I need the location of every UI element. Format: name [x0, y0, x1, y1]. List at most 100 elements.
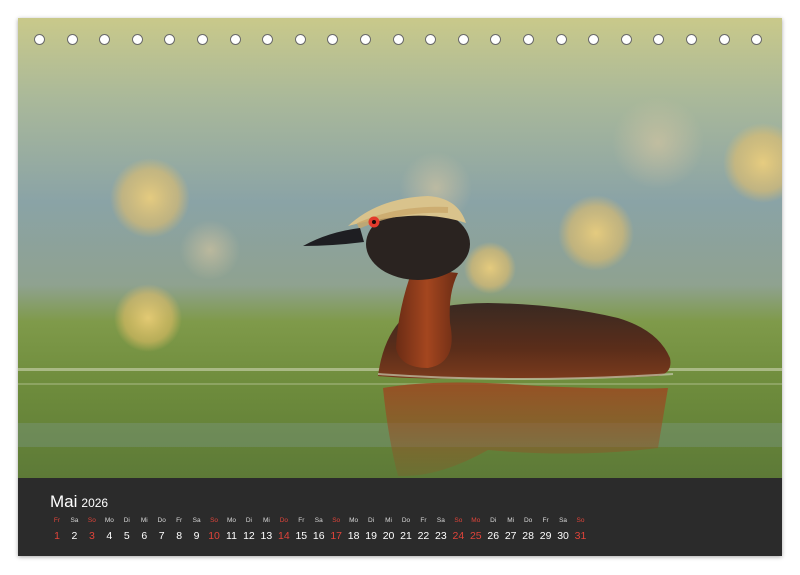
calendar-day: Mo 18	[345, 516, 363, 542]
weekday-label: Mi	[507, 517, 515, 524]
weekday-label: Sa	[314, 517, 323, 524]
day-number: 3	[88, 530, 95, 542]
day-number: 4	[106, 530, 113, 542]
calendar-day: Do 7	[153, 516, 171, 542]
calendar-day: Sa 9	[188, 516, 206, 542]
binding-hole	[131, 34, 143, 45]
day-number: 8	[176, 530, 183, 542]
calendar-day: So 10	[205, 516, 223, 542]
binding-hole	[229, 34, 241, 45]
binding-hole	[490, 34, 502, 45]
weekday-label: Di	[123, 517, 130, 524]
weekday-label: Mi	[385, 517, 392, 524]
binding-hole	[99, 34, 111, 45]
calendar-day: So 17	[327, 516, 345, 542]
calendar-day: Mo 11	[223, 516, 241, 542]
weekday-label: Do	[157, 517, 166, 524]
calendar-day: Mi 13	[257, 516, 275, 542]
day-number: 19	[365, 530, 377, 542]
day-number: 20	[382, 530, 395, 542]
binding-hole	[751, 34, 763, 45]
day-number: 14	[278, 530, 290, 542]
weekday-label: Di	[490, 517, 497, 524]
weekday-label: So	[210, 517, 219, 524]
calendar-day: Fr 1	[48, 516, 66, 542]
weekday-label: Mi	[262, 517, 270, 524]
month-title: Mai 2026	[50, 492, 108, 512]
weekday-label: Mo	[471, 517, 481, 524]
calendar-day: Sa 30	[554, 516, 572, 542]
binding-hole	[197, 34, 208, 45]
binding-hole	[262, 34, 274, 45]
year-label: 2026	[81, 496, 109, 510]
day-number: 12	[243, 530, 255, 542]
calendar-day: Mi 6	[135, 516, 153, 542]
binding-hole	[588, 34, 600, 45]
binding-hole	[425, 34, 437, 45]
day-number: 24	[452, 530, 465, 542]
calendar-day: Fr 22	[414, 516, 432, 542]
weekday-label: Fr	[420, 517, 427, 524]
weekday-label: Di	[368, 517, 375, 524]
day-number: 2	[71, 530, 78, 542]
day-number: 11	[226, 530, 237, 542]
calendar-day: So 24	[449, 516, 467, 542]
calendar-day: Do 28	[519, 516, 537, 542]
weekday-label: Sa	[559, 517, 568, 524]
day-number: 21	[400, 530, 412, 542]
calendar-day: Di 12	[240, 516, 258, 542]
calendar-day: Mo 4	[100, 516, 118, 542]
day-number: 30	[557, 530, 569, 542]
weekday-label: Mo	[104, 517, 114, 524]
day-number: 7	[158, 530, 165, 542]
calendar-day: Mi 20	[380, 516, 398, 542]
weekday-label: Sa	[192, 517, 201, 524]
weekday-label: Sa	[436, 517, 445, 524]
calendar-day: So 3	[83, 516, 101, 542]
weekday-label: Sa	[70, 517, 79, 524]
day-number: 1	[54, 530, 60, 542]
binding-hole	[653, 34, 665, 45]
weekday-label: Mi	[140, 517, 148, 524]
calendar-day: Sa 16	[310, 516, 328, 542]
binding-hole	[523, 34, 534, 45]
day-number: 23	[435, 530, 447, 542]
binding-hole	[66, 34, 78, 45]
grebe-photo	[18, 18, 782, 478]
month-name: Mai	[50, 492, 78, 511]
day-number: 25	[469, 530, 482, 542]
weekday-label: Fr	[298, 517, 305, 524]
binding-hole	[34, 34, 45, 45]
weekday-label: Do	[523, 517, 533, 524]
calendar-strip: Mai 2026 Fr 1 Sa 2 So 3 Mo 4 Di 5 Mi 6 Do 7 Fr 8 Sa 9 So 10 M…	[18, 478, 782, 556]
weekday-label: So	[332, 517, 341, 524]
weekday-label: Fr	[53, 517, 61, 524]
binding-hole	[392, 34, 404, 45]
binding-hole	[327, 34, 339, 45]
weekday-label: Fr	[542, 517, 549, 524]
binding-hole	[360, 34, 371, 45]
calendar-day: Sa 2	[65, 516, 83, 542]
day-number: 26	[487, 530, 500, 542]
day-number: 5	[123, 530, 130, 542]
weekday-label: Mo	[226, 517, 237, 524]
weekday-label: Di	[245, 517, 252, 524]
day-number: 29	[539, 530, 552, 542]
day-number: 15	[295, 530, 308, 542]
calendar-day: Sa 23	[432, 516, 450, 542]
day-row: Fr 1 Sa 2 So 3 Mo 4 Di 5 Mi 6 Do 7 Fr 8 Sa 9 So 10 Mo 11 Di 12 M…	[48, 516, 588, 550]
day-number: 9	[193, 530, 200, 542]
calendar-day: Di 26	[484, 516, 502, 542]
binding-hole	[164, 34, 176, 45]
calendar-page: Mai 2026 Fr 1 Sa 2 So 3 Mo 4 Di 5 Mi 6 Do 7 Fr 8 Sa 9 So 10 M…	[18, 18, 782, 556]
day-number: 31	[574, 530, 587, 542]
day-number: 10	[208, 530, 220, 542]
binding-hole	[294, 34, 306, 45]
weekday-label: So	[87, 517, 96, 524]
weekday-label: Do	[279, 517, 288, 524]
weekday-label: So	[576, 517, 585, 524]
binding-hole	[718, 34, 730, 45]
calendar-day: Fr 8	[170, 516, 188, 542]
binding-holes	[18, 34, 782, 50]
calendar-day: Di 19	[362, 516, 380, 542]
